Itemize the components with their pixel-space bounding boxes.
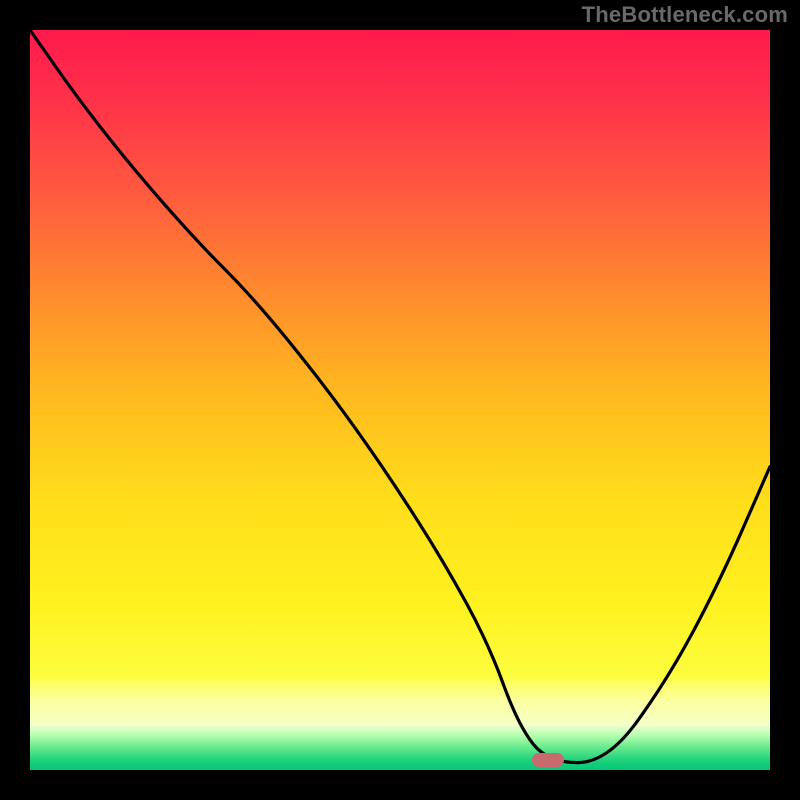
chart-frame: TheBottleneck.com [0,0,800,800]
gradient-red-yellow [30,30,770,685]
optimal-marker [532,753,564,767]
watermark-text: TheBottleneck.com [582,2,788,28]
plot-area [30,30,770,770]
gradient-green-stripes [30,726,770,770]
gradient-pale-yellow [30,680,770,726]
